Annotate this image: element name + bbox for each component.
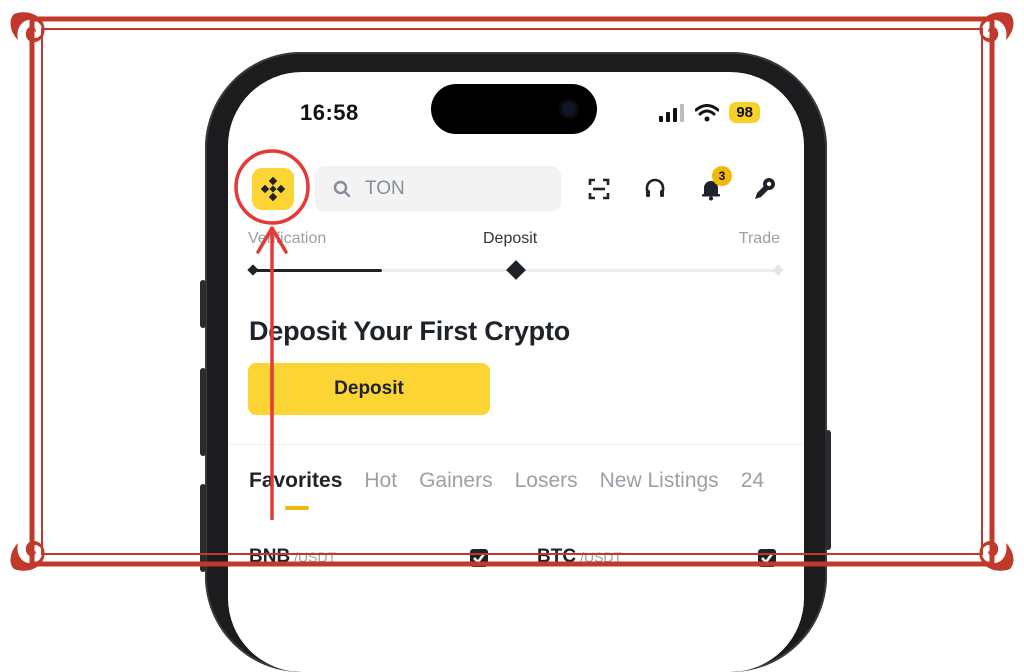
wifi-icon	[695, 103, 720, 121]
step-marker-trade	[772, 264, 784, 276]
tab-24h[interactable]: 24	[741, 469, 764, 493]
tab-new-listings[interactable]: New Listings	[600, 469, 719, 493]
step-deposit: Deposit	[483, 230, 538, 247]
app-screen: 16:58 98 TON 3 Verification Deposit Trad…	[228, 72, 804, 672]
checkbox-icon[interactable]	[757, 548, 777, 568]
pair-quote: /USDT	[580, 549, 623, 565]
pair-base: BNB	[249, 546, 291, 567]
support-button[interactable]	[640, 174, 670, 204]
step-verification: Verification	[248, 230, 327, 247]
phone-side-button	[200, 484, 206, 572]
battery-indicator: 98	[729, 102, 760, 123]
tab-gainers[interactable]: Gainers	[419, 469, 493, 493]
section-divider	[228, 444, 804, 445]
binance-logo-button[interactable]	[252, 168, 294, 210]
dynamic-island	[431, 84, 597, 134]
deposit-button[interactable]: Deposit	[248, 363, 490, 415]
deposit-promo-title: Deposit Your First Crypto	[249, 316, 571, 346]
step-marker-verification	[247, 264, 259, 276]
checkbox-icon[interactable]	[469, 548, 489, 568]
profile-button[interactable]	[750, 174, 780, 204]
scan-icon	[588, 178, 610, 200]
binance-logo-icon	[260, 176, 286, 202]
onboarding-progress-fill	[252, 269, 382, 272]
pair-base: BTC	[537, 546, 577, 567]
notification-badge: 3	[712, 166, 732, 186]
step-marker-deposit	[506, 260, 526, 280]
user-edit-icon	[755, 178, 775, 199]
tab-losers[interactable]: Losers	[515, 469, 578, 493]
signal-icon	[659, 103, 685, 122]
notifications-button[interactable]: 3	[696, 166, 732, 204]
search-bar[interactable]	[315, 166, 561, 212]
camera-icon	[559, 99, 579, 119]
top-bar: 3	[228, 164, 804, 216]
onboarding-progress-track	[247, 260, 784, 280]
phone-side-button	[200, 280, 206, 328]
scan-button[interactable]	[584, 174, 614, 204]
headset-icon	[645, 178, 665, 197]
pair-item[interactable]: BTC/USDT	[537, 546, 622, 568]
phone-side-button	[200, 368, 206, 456]
pair-item[interactable]: BNB/USDT	[249, 546, 336, 568]
pair-quote: /USDT	[294, 549, 337, 565]
market-tabs: Favorites Hot Gainers Losers New Listing…	[249, 469, 764, 510]
step-trade: Trade	[738, 230, 780, 247]
search-input[interactable]	[363, 177, 547, 201]
status-icons: 98	[659, 102, 760, 123]
search-icon	[333, 180, 351, 198]
tab-hot[interactable]: Hot	[364, 469, 397, 493]
status-time: 16:58	[300, 100, 359, 125]
phone-power-button	[825, 430, 831, 550]
tab-favorites[interactable]: Favorites	[249, 469, 342, 510]
